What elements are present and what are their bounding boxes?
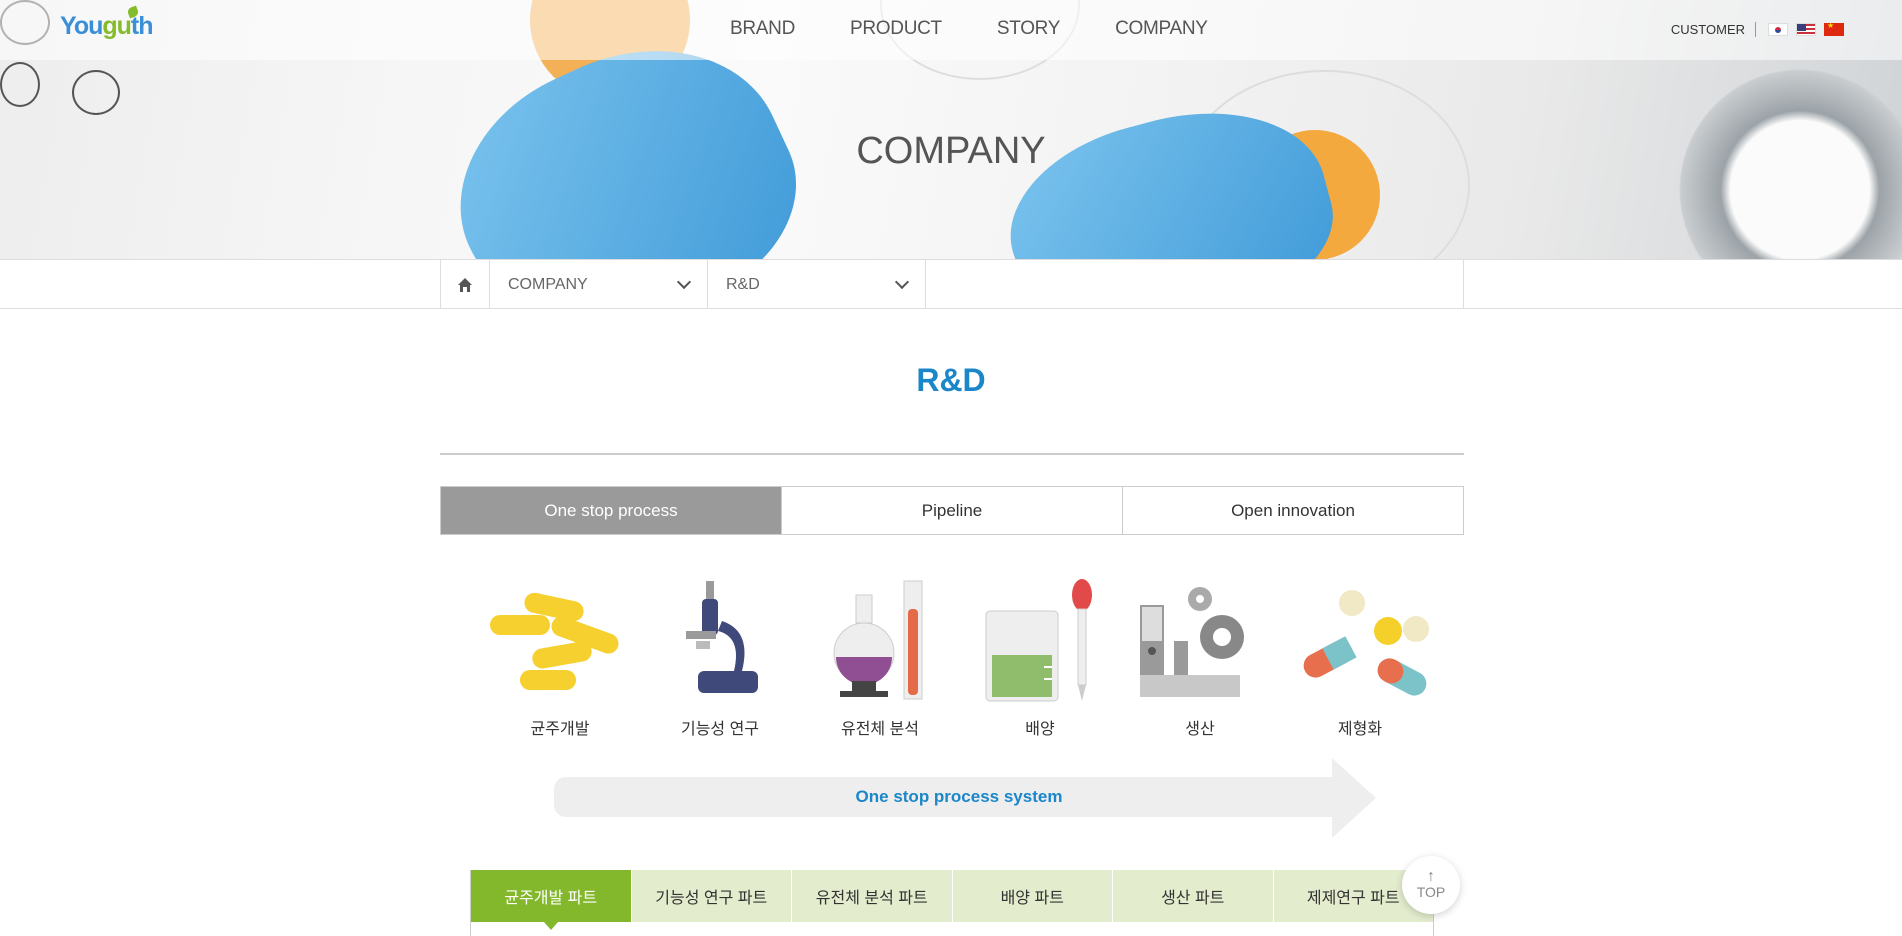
content-tabs: One stop process Pipeline Open innovatio… xyxy=(440,486,1464,535)
chevron-down-icon xyxy=(676,274,692,290)
nav-product[interactable]: PRODUCT xyxy=(850,18,942,40)
part-content-frame xyxy=(470,922,1434,936)
utility-menu: CUSTOMER xyxy=(1671,21,1844,37)
breadcrumb-dropdown-rd[interactable]: R&D xyxy=(708,260,926,309)
page-title: R&D xyxy=(916,362,986,398)
home-button[interactable] xyxy=(441,260,490,309)
process-system-label: One stop process system xyxy=(855,787,1063,806)
step-label: 생산 xyxy=(1185,721,1215,738)
beaker-icon xyxy=(985,579,1092,702)
main-nav: BRAND PRODUCT STORY COMPANY xyxy=(730,18,1208,40)
part-tab-functional[interactable]: 기능성 연구 파트 xyxy=(631,870,792,922)
step-label: 균주개발 xyxy=(530,721,590,738)
breadcrumb-label: R&D xyxy=(726,275,760,293)
step-functional-research: 기능성 연구 xyxy=(640,575,800,739)
top-label: TOP xyxy=(1416,884,1446,900)
logo[interactable]: Youguth xyxy=(60,12,154,41)
step-production: 생산 xyxy=(1120,575,1280,739)
tab-open-innovation[interactable]: Open innovation xyxy=(1123,487,1463,534)
tab-one-stop-process[interactable]: One stop process xyxy=(441,487,782,534)
nav-company[interactable]: COMPANY xyxy=(1115,18,1208,40)
arrow-head-icon xyxy=(1332,758,1376,838)
nav-brand[interactable]: BRAND xyxy=(730,18,795,40)
breadcrumb-dropdown-company[interactable]: COMPANY xyxy=(490,260,708,309)
chevron-down-icon xyxy=(894,274,910,290)
breadcrumb-label: COMPANY xyxy=(508,275,588,293)
step-label: 유전체 분석 xyxy=(840,721,920,738)
step-label: 배양 xyxy=(1025,721,1055,738)
divider xyxy=(440,453,1464,455)
arrow-up-icon: ↑ xyxy=(1427,868,1435,885)
top-navigation-bar: Youguth BRAND PRODUCT STORY COMPANY CUST… xyxy=(0,0,1902,60)
nav-story[interactable]: STORY xyxy=(997,18,1061,40)
process-arrow: One stop process system xyxy=(554,758,1376,838)
china-flag-icon[interactable] xyxy=(1824,21,1844,36)
hero-title: COMPANY xyxy=(856,130,1046,172)
part-tab-strain[interactable]: 균주개발 파트 xyxy=(471,870,632,930)
hero-banner: Youguth BRAND PRODUCT STORY COMPANY CUST… xyxy=(0,0,1902,259)
part-tabs: 균주개발 파트 기능성 연구 파트 유전체 분석 파트 배양 파트 생산 파트 … xyxy=(470,870,1434,930)
microscope-icon xyxy=(686,581,758,693)
part-tab-cultivation[interactable]: 배양 파트 xyxy=(952,870,1113,922)
tab-pipeline[interactable]: Pipeline xyxy=(782,487,1123,534)
step-formulation: 제형화 xyxy=(1280,575,1440,739)
step-strain-development: 균주개발 xyxy=(480,575,640,739)
flask-icon xyxy=(833,580,923,700)
home-icon xyxy=(458,277,472,292)
us-flag-icon[interactable] xyxy=(1796,23,1816,36)
step-genome-analysis: 유전체 분석 xyxy=(800,575,960,739)
bacteria-icon xyxy=(490,592,619,690)
factory-gear-icon xyxy=(1140,587,1244,697)
step-label: 기능성 연구 xyxy=(680,721,760,738)
customer-link[interactable]: CUSTOMER xyxy=(1671,22,1756,37)
part-tab-genome[interactable]: 유전체 분석 파트 xyxy=(792,870,953,922)
part-tab-production[interactable]: 생산 파트 xyxy=(1113,870,1274,922)
pills-icon xyxy=(1303,590,1429,696)
sub-navigation: COMPANY R&D xyxy=(0,259,1902,309)
korean-flag-icon[interactable] xyxy=(1768,23,1788,36)
step-label: 제형화 xyxy=(1337,721,1383,738)
scroll-top-button[interactable]: ↑ TOP xyxy=(1402,856,1460,914)
process-steps: 균주개발 기능성 연구 유전체 분석 배양 생산 제형화 xyxy=(480,575,1429,739)
step-cultivation: 배양 xyxy=(960,575,1120,739)
